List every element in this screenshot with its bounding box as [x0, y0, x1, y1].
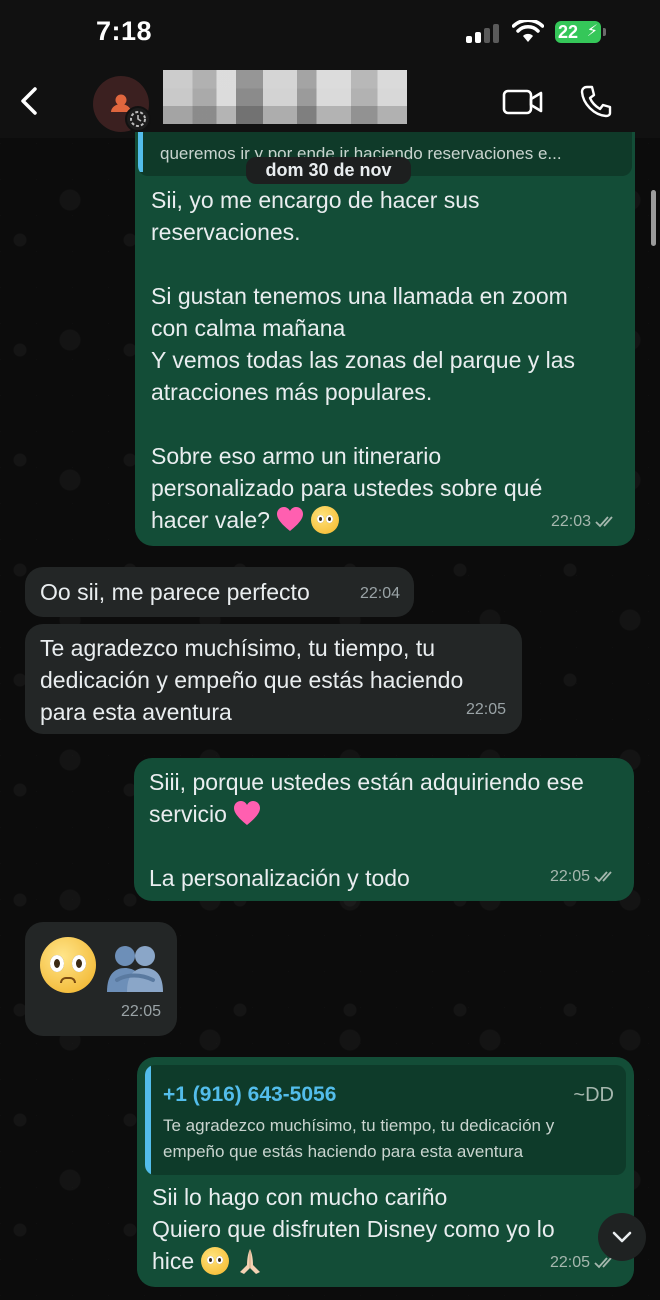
- message-line: hice: [152, 1245, 555, 1277]
- video-camera-icon[interactable]: [502, 88, 544, 116]
- chevron-left-icon[interactable]: [16, 86, 42, 116]
- message-meta: 22:05: [466, 694, 506, 726]
- pleading-face-icon: [40, 937, 96, 993]
- chat-header: [0, 62, 660, 138]
- message-line: Siii, porque ustedes están adquiriendo e…: [149, 769, 584, 795]
- message-line: con calma mañana: [151, 315, 346, 341]
- message-time: 22:04: [359, 585, 400, 602]
- pink-heart-icon: [276, 506, 304, 532]
- quote-accent-bar: [145, 1065, 151, 1175]
- chevron-down-icon: [612, 1231, 632, 1243]
- contact-name-redacted[interactable]: [163, 70, 407, 124]
- message-line-text: servicio: [149, 801, 227, 827]
- message-text: Te agradezco muchísimo, tu tiempo, tu de…: [40, 635, 464, 725]
- charging-bolt-icon: ⚡: [586, 23, 598, 40]
- scroll-to-bottom-button[interactable]: [598, 1213, 646, 1261]
- date-separator: dom 30 de nov: [246, 157, 411, 184]
- phone-icon[interactable]: [580, 84, 612, 118]
- reply-author-tag: ~DD: [573, 1084, 614, 1106]
- message-text: Sii, yo me encargo de hacer sus reservac…: [151, 184, 631, 536]
- message-line: Quiero que disfruten Disney como yo lo: [152, 1216, 555, 1242]
- reply-author: +1 (916) 643-5056: [163, 1083, 337, 1106]
- message-time: 22:05: [549, 1254, 590, 1271]
- message-bubble-outgoing[interactable]: queremos ir y por ende ir haciendo reser…: [135, 132, 635, 546]
- message-line: Si gustan tenemos una llamada en zoom: [151, 283, 568, 309]
- message-line: Sii lo hago con mucho cariño: [152, 1184, 448, 1210]
- status-time: 7:18: [96, 16, 153, 46]
- message-line: Y vemos todas las zonas del parque y las: [151, 347, 576, 373]
- battery-level: 22: [558, 22, 579, 42]
- message-line-text: hice: [152, 1248, 195, 1274]
- message-meta: 22:05: [550, 861, 618, 893]
- reply-quote[interactable]: +1 (916) 643-5056 ~DD Te agradezco muchí…: [145, 1065, 626, 1175]
- message-text: Oo sii, me parece perfecto: [40, 579, 310, 605]
- message-text: Siii, porque ustedes están adquiriendo e…: [149, 766, 584, 894]
- message-line: servicio: [149, 798, 584, 830]
- read-ticks-icon: [595, 516, 613, 528]
- message-line: Sobre eso armo un itinerario: [151, 443, 442, 469]
- message-bubble-incoming[interactable]: 22:05: [25, 922, 177, 1036]
- wifi-icon: [512, 20, 544, 42]
- message-line-text: hacer vale?: [151, 507, 270, 533]
- quote-accent-bar: [138, 132, 143, 172]
- message-line: atracciones más populares.: [151, 379, 433, 405]
- message-meta: 22:03: [551, 506, 619, 538]
- pleading-face-icon: [310, 506, 339, 534]
- people-hugging-icon: [107, 946, 163, 992]
- status-bar: 7:18 22 ⚡: [0, 0, 660, 62]
- message-time: 22:05: [465, 701, 506, 718]
- message-time: 22:05: [120, 1003, 161, 1020]
- scrollbar[interactable]: [651, 190, 656, 246]
- message-time: 22:03: [550, 513, 591, 530]
- status-ring-icon: [125, 106, 151, 132]
- message-meta: 22:05: [121, 996, 161, 1028]
- reply-text: Te agradezco muchísimo, tu tiempo, tu de…: [163, 1116, 555, 1161]
- message-bubble-outgoing[interactable]: Siii, porque ustedes están adquiriendo e…: [134, 758, 634, 901]
- message-text: Sii lo hago con mucho cariño Quiero que …: [152, 1181, 555, 1277]
- message-line: La personalización y todo: [149, 865, 410, 891]
- battery-icon: 22 ⚡: [555, 21, 606, 43]
- signal-icon: [466, 23, 502, 43]
- read-ticks-icon: [594, 871, 612, 883]
- pleading-face-icon: [200, 1247, 229, 1275]
- message-line: Sii, yo me encargo de hacer sus: [151, 187, 480, 213]
- message-time: 22:05: [549, 868, 590, 885]
- message-line: reservaciones.: [151, 219, 301, 245]
- folded-hands-icon: [239, 1249, 260, 1274]
- pink-heart-icon: [233, 800, 261, 826]
- message-meta: 22:04: [360, 578, 400, 610]
- message-bubble-incoming[interactable]: Oo sii, me parece perfecto 22:04: [25, 567, 414, 617]
- message-bubble-outgoing[interactable]: +1 (916) 643-5056 ~DD Te agradezco muchí…: [137, 1057, 634, 1287]
- message-line: personalizado para ustedes sobre qué: [151, 475, 543, 501]
- message-bubble-incoming[interactable]: Te agradezco muchísimo, tu tiempo, tu de…: [25, 624, 522, 734]
